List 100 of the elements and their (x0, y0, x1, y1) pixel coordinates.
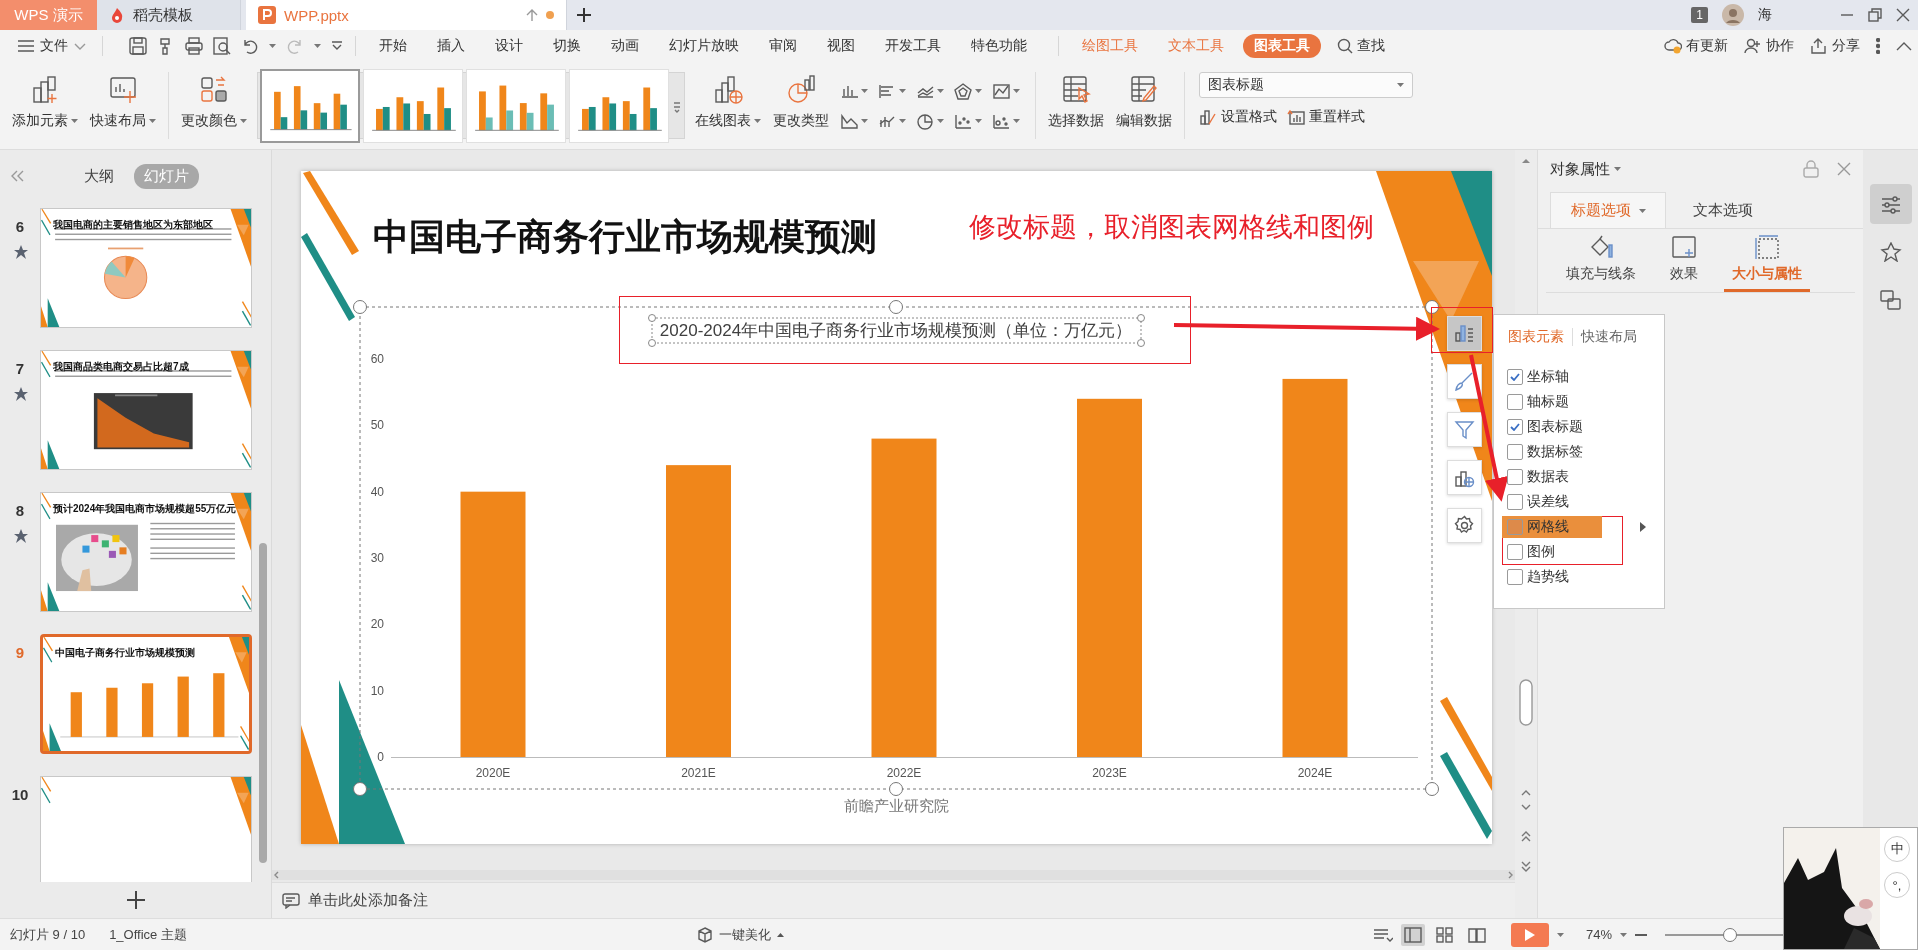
slide-canvas[interactable]: 中国电子商务行业市场规模预测 修改标题，取消图表网格线和图例 2020-2024年中国电子商务行业市场规模预测（单位：万亿元） 0 10 20 30 40 50 60 2020E 2021E 2022E 2023E 2024E 前瞻产业研究院 (301, 171, 1492, 844)
panel-title[interactable]: 对象属性 (1550, 159, 1610, 179)
avatar-icon[interactable] (1722, 4, 1744, 26)
checkbox[interactable] (1507, 493, 1523, 510)
pie-chart-button[interactable] (915, 111, 935, 130)
notification-badge[interactable]: 1 (1691, 7, 1708, 23)
more-icon[interactable] (331, 41, 343, 51)
ribbon-tab[interactable]: 视图 (816, 34, 866, 58)
print-icon[interactable] (185, 37, 203, 55)
reset-style-button[interactable]: 重置样式 (1287, 108, 1365, 126)
lock-icon[interactable] (1803, 160, 1819, 178)
undo-icon[interactable] (241, 37, 259, 55)
normal-view-button[interactable] (1401, 923, 1425, 946)
title-handle[interactable] (648, 314, 656, 322)
resize-handle[interactable] (1425, 782, 1439, 796)
input-mode-button[interactable]: 中 (1884, 836, 1910, 862)
collab-button[interactable]: 协作 (1744, 37, 1794, 55)
edit-data-button[interactable]: 编辑数据 (1110, 62, 1178, 149)
title-handle[interactable] (648, 339, 656, 347)
property-section-tab[interactable]: 填充与线条 (1558, 235, 1644, 292)
chart-element-option[interactable]: 图表标题 (1502, 415, 1602, 438)
chart-element-option[interactable]: 误差线 (1502, 490, 1602, 513)
checkbox[interactable] (1507, 468, 1523, 485)
options-tab[interactable]: 文本选项 (1666, 192, 1780, 228)
sliders-button[interactable] (1869, 184, 1912, 224)
filter-button[interactable] (1447, 412, 1482, 447)
beautify-button[interactable]: 一键美化 (696, 925, 784, 944)
user-name[interactable]: 海 (1758, 6, 1772, 24)
notes-field[interactable]: 单击此处添加备注 (272, 882, 1515, 918)
ribbon-tab[interactable]: 动画 (600, 34, 650, 58)
ribbon-tab[interactable]: 插入 (426, 34, 476, 58)
select-data-button[interactable]: 选择数据 (1042, 62, 1110, 149)
close-icon[interactable] (1896, 8, 1910, 22)
resize-handle[interactable] (353, 300, 367, 314)
slide-title[interactable]: 中国电子商务行业市场规模预测 (373, 213, 877, 262)
online-chart-button[interactable]: 在线图表 (689, 62, 767, 149)
ribbon-tab[interactable]: 审阅 (758, 34, 808, 58)
share-button[interactable]: 分享 (1810, 37, 1860, 55)
title-handle[interactable] (1137, 339, 1145, 347)
chart-element-option[interactable]: 数据表 (1502, 465, 1602, 488)
checkbox[interactable] (1507, 393, 1523, 410)
ribbon-tab[interactable]: 开发工具 (874, 34, 952, 58)
format-settings-button[interactable]: 设置格式 (1199, 108, 1277, 126)
notes-toggle-icon[interactable] (1373, 927, 1393, 942)
resize-handle[interactable] (889, 782, 903, 796)
slide-thumbnail[interactable]: 中国电子商务行业市场规模预测 (40, 634, 252, 754)
area-line-chart-button[interactable] (991, 81, 1011, 100)
chart-element-option[interactable]: 网格线 (1502, 515, 1602, 538)
checkbox[interactable] (1507, 543, 1523, 560)
change-type-button[interactable]: 更改类型 (767, 62, 835, 149)
play-button[interactable] (1511, 922, 1549, 947)
add-element-button[interactable]: 添加元素 (6, 62, 84, 149)
file-menu[interactable]: 文件 (14, 35, 90, 57)
slide-thumbnail[interactable]: 我国电商的主要销售地区为东部地区 (40, 208, 252, 328)
slide-thumbnail[interactable]: 预计2024年我国电商市场规模超55万亿元 (40, 492, 252, 612)
slide-thumbnail[interactable] (40, 776, 252, 882)
ribbon-tab[interactable]: 幻灯片放映 (658, 34, 750, 58)
quick-layout-button[interactable]: 快速布局 (84, 62, 162, 149)
zoom-level[interactable]: 74% (1586, 927, 1613, 942)
restore-icon[interactable] (1868, 8, 1882, 22)
resize-handle[interactable] (889, 300, 903, 314)
panel-tab[interactable]: 大纲 (74, 163, 124, 189)
popup-tab[interactable]: 图表元素 (1508, 328, 1573, 346)
document-tab[interactable]: 稻壳模板 (97, 0, 241, 30)
checkbox[interactable] (1507, 443, 1523, 460)
checkbox[interactable] (1507, 418, 1523, 435)
title-handle[interactable] (1137, 314, 1145, 322)
chart-element-option[interactable]: 趋势线 (1502, 565, 1602, 588)
ribbon-tab[interactable]: 切换 (542, 34, 592, 58)
more-vertical-icon[interactable] (1876, 38, 1880, 54)
checkbox[interactable] (1507, 568, 1523, 585)
chart-elements-button[interactable] (1447, 316, 1482, 351)
new-tab-button[interactable] (577, 8, 591, 22)
popup-tab[interactable]: 快速布局 (1581, 328, 1645, 346)
slider-thumb[interactable] (1722, 927, 1737, 942)
ribbon-tab[interactable]: 开始 (368, 34, 418, 58)
chart-element-dropdown[interactable]: 图表标题 (1199, 72, 1413, 98)
print-preview-icon[interactable] (213, 37, 231, 55)
collapse-ribbon-icon[interactable] (1896, 41, 1912, 51)
gear-button[interactable] (1447, 508, 1482, 543)
chart-element-option[interactable]: 数据标签 (1502, 440, 1602, 463)
slide-thumbnail[interactable]: 我国商品类电商交易占比超7成 (40, 350, 252, 470)
change-color-button[interactable]: 更改颜色 (175, 62, 253, 149)
chart-style-thumbnail[interactable] (260, 68, 360, 143)
add-slide-button[interactable] (126, 891, 145, 909)
chart-element-option[interactable]: 轴标题 (1502, 390, 1602, 413)
ribbon-tab[interactable]: 设计 (484, 34, 534, 58)
update-button[interactable]: 有更新 (1664, 37, 1728, 55)
save-icon[interactable] (129, 37, 147, 55)
punctuation-button[interactable]: °, (1884, 872, 1910, 898)
checkbox[interactable] (1507, 518, 1523, 535)
area-chart-button[interactable] (839, 111, 859, 130)
source-text[interactable]: 前瞻产业研究院 (301, 797, 1492, 816)
chart-element-option[interactable]: 坐标轴 (1502, 365, 1602, 388)
search-button[interactable]: 查找 (1337, 37, 1385, 55)
collapse-panel-icon[interactable] (10, 170, 24, 182)
ribbon-tab[interactable]: 特色功能 (960, 34, 1038, 58)
property-section-tab[interactable]: 效果 (1662, 235, 1706, 292)
close-icon[interactable] (1837, 162, 1851, 176)
online-chart-button[interactable] (1447, 460, 1482, 495)
